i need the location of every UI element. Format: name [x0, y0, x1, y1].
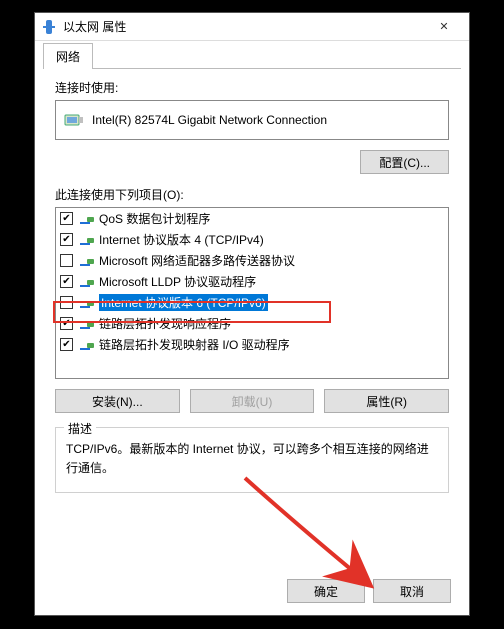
items-label: 此连接使用下列项目(O): — [55, 186, 449, 203]
properties-button[interactable]: 属性(R) — [324, 389, 449, 413]
protocol-checkbox[interactable] — [60, 254, 73, 267]
connect-using-label: 连接时使用: — [55, 79, 449, 96]
protocol-label: Microsoft 网络适配器多路传送器协议 — [99, 252, 295, 269]
ethernet-icon — [41, 19, 57, 35]
adapter-name: Intel(R) 82574L Gigabit Network Connecti… — [92, 113, 440, 127]
protocol-label: 链路层拓扑发现响应程序 — [99, 315, 231, 332]
protocol-checkbox[interactable] — [60, 275, 73, 288]
protocol-icon — [79, 253, 95, 269]
description-text: TCP/IPv6。最新版本的 Internet 协议，可以跨多个相互连接的网络进… — [66, 440, 438, 478]
window-title: 以太网 属性 — [63, 18, 425, 35]
protocol-icon — [79, 295, 95, 311]
ethernet-properties-dialog: 以太网 属性 ✕ 网络 连接时使用: Intel(R) 82574L Gigab… — [34, 12, 470, 616]
protocol-list[interactable]: QoS 数据包计划程序 Internet 协议版本 4 (TCP/IPv4) Mic… — [55, 207, 449, 379]
description-group: 描述 TCP/IPv6。最新版本的 Internet 协议，可以跨多个相互连接的… — [55, 427, 449, 493]
list-item[interactable]: Internet 协议版本 6 (TCP/IPv6) — [56, 292, 448, 313]
protocol-label: QoS 数据包计划程序 — [99, 210, 210, 227]
protocol-icon — [79, 232, 95, 248]
list-item[interactable]: Internet 协议版本 4 (TCP/IPv4) — [56, 229, 448, 250]
list-item[interactable]: Microsoft 网络适配器多路传送器协议 — [56, 250, 448, 271]
protocol-checkbox[interactable] — [60, 338, 73, 351]
configure-button[interactable]: 配置(C)... — [360, 150, 449, 174]
content-area: 连接时使用: Intel(R) 82574L Gigabit Network C… — [43, 68, 461, 505]
titlebar: 以太网 属性 ✕ — [35, 13, 469, 41]
close-button[interactable]: ✕ — [425, 13, 463, 40]
protocol-checkbox[interactable] — [60, 212, 73, 225]
protocol-icon — [79, 316, 95, 332]
protocol-checkbox[interactable] — [60, 317, 73, 330]
protocol-label: Internet 协议版本 4 (TCP/IPv4) — [99, 231, 264, 248]
list-item[interactable]: QoS 数据包计划程序 — [56, 208, 448, 229]
list-item[interactable]: 链路层拓扑发现映射器 I/O 驱动程序 — [56, 334, 448, 355]
list-item[interactable]: 链路层拓扑发现响应程序 — [56, 313, 448, 334]
ok-button[interactable]: 确定 — [287, 579, 365, 603]
protocol-label: Microsoft LLDP 协议驱动程序 — [99, 273, 256, 290]
nic-icon — [64, 112, 84, 128]
protocol-checkbox[interactable] — [60, 296, 73, 309]
tab-strip: 网络 — [35, 41, 469, 69]
uninstall-button: 卸载(U) — [190, 389, 315, 413]
description-label: 描述 — [64, 420, 96, 437]
list-item[interactable]: Microsoft LLDP 协议驱动程序 — [56, 271, 448, 292]
protocol-icon — [79, 337, 95, 353]
adapter-box: Intel(R) 82574L Gigabit Network Connecti… — [55, 100, 449, 140]
protocol-icon — [79, 211, 95, 227]
protocol-icon — [79, 274, 95, 290]
install-button[interactable]: 安装(N)... — [55, 389, 180, 413]
protocol-label: 链路层拓扑发现映射器 I/O 驱动程序 — [99, 336, 290, 353]
cancel-button[interactable]: 取消 — [373, 579, 451, 603]
protocol-checkbox[interactable] — [60, 233, 73, 246]
tab-network[interactable]: 网络 — [43, 43, 93, 69]
protocol-label: Internet 协议版本 6 (TCP/IPv6) — [99, 294, 268, 311]
